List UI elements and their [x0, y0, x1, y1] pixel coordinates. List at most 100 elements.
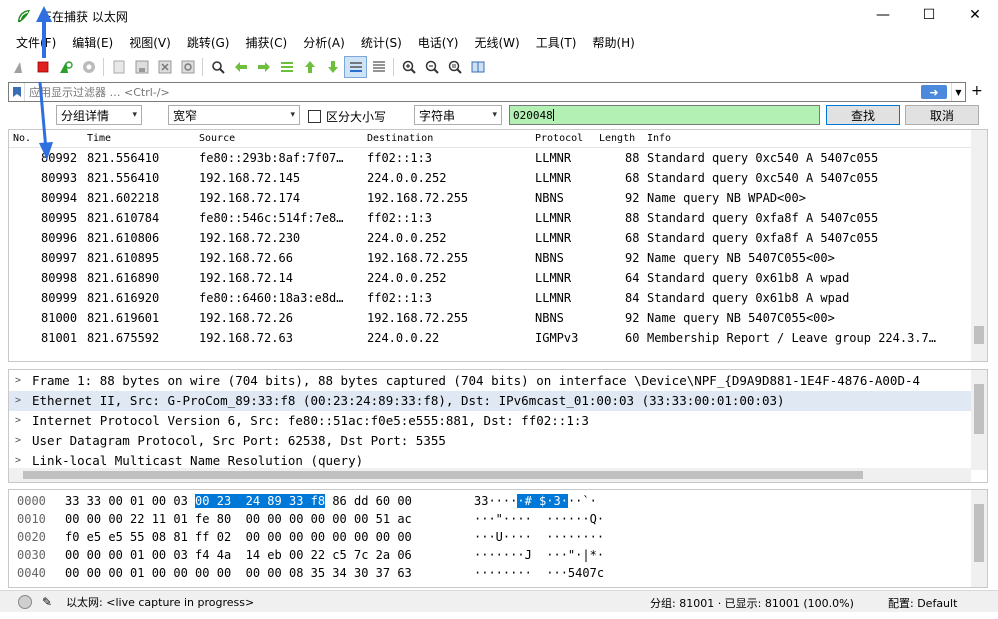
display-filter-input[interactable]: [25, 83, 921, 101]
go-first-icon[interactable]: [298, 56, 321, 78]
table-row[interactable]: 80992 821.556410 fe80::293b:8af:7f07… ff02:…: [9, 148, 971, 168]
maximize-button[interactable]: ☐: [906, 0, 952, 30]
bytes-hex[interactable]: 00 00 00 01 00 03 f4 4a 14 eb 00 22 c5 7…: [65, 546, 412, 564]
capture-options-icon[interactable]: [77, 56, 100, 78]
table-row[interactable]: 81000 821.619601 192.168.72.26 192.168.72.2…: [9, 308, 971, 328]
add-filter-button-plus-icon[interactable]: +: [971, 83, 983, 99]
bytes-hex[interactable]: f0 e5 e5 55 08 81 ff 02 00 00 00 00 00 0…: [65, 528, 412, 546]
expert-info-icon[interactable]: [18, 594, 32, 609]
detail-row-ipv6[interactable]: > Internet Protocol Version 6, Src: fe80:…: [9, 411, 971, 431]
bytes-row[interactable]: 0030 00 00 00 01 00 03 f4 4a 14 eb 00 22 …: [9, 546, 969, 564]
go-back-icon[interactable]: [229, 56, 252, 78]
detail-row-frame[interactable]: > Frame 1: 88 bytes on wire (704 bits), 8…: [9, 371, 971, 391]
close-button[interactable]: ✕: [952, 0, 998, 30]
stop-capture-icon[interactable]: [31, 56, 54, 78]
bytes-ascii[interactable]: ········ ···5407c: [474, 564, 604, 582]
bytes-ascii[interactable]: ···U···· ········: [474, 528, 604, 546]
save-file-icon[interactable]: [130, 56, 153, 78]
reload-file-icon[interactable]: [176, 56, 199, 78]
packet-list-scrollbar[interactable]: [971, 130, 987, 361]
bytes-scrollbar[interactable]: [971, 490, 987, 587]
detail-row-udp[interactable]: > User Datagram Protocol, Src Port: 62538…: [9, 431, 971, 451]
go-to-packet-icon[interactable]: [275, 56, 298, 78]
menu-wireless[interactable]: 无线(W): [467, 32, 528, 54]
find-value-input[interactable]: 020048: [509, 105, 820, 125]
go-forward-icon[interactable]: [252, 56, 275, 78]
table-row[interactable]: 80996 821.610806 192.168.72.230 224.0.0.252…: [9, 228, 971, 248]
bytes-ascii[interactable]: ·······J ···"·|*·: [474, 546, 604, 564]
table-row[interactable]: 80995 821.610784 fe80::546c:514f:7e8… ff02:…: [9, 208, 971, 228]
bytes-ascii[interactable]: 33·····# $·3···`·: [474, 492, 597, 510]
find-button[interactable]: 查找: [826, 105, 900, 125]
chevron-right-icon[interactable]: >: [15, 391, 21, 411]
bytes-row[interactable]: 0040 00 00 00 01 00 00 00 00 00 00 08 35 …: [9, 564, 969, 582]
menu-statistics[interactable]: 统计(S): [353, 32, 410, 54]
col-header-no[interactable]: No.: [13, 133, 31, 144]
cell-destination: ff02::1:3: [367, 291, 433, 305]
details-vscroll-thumb[interactable]: [974, 384, 984, 434]
details-hscrollbar[interactable]: [9, 468, 971, 482]
table-row[interactable]: 80994 821.602218 192.168.72.174 192.168.72.…: [9, 188, 971, 208]
chevron-right-icon[interactable]: >: [15, 431, 21, 451]
profile-status[interactable]: 配置: Default: [888, 595, 957, 611]
apply-filter-arrow-icon[interactable]: ➜: [921, 85, 947, 99]
zoom-out-icon[interactable]: [420, 56, 443, 78]
menu-telephony[interactable]: 电话(Y): [410, 32, 467, 54]
bytes-ascii[interactable]: ···"···· ······Q·: [474, 510, 604, 528]
restart-capture-icon[interactable]: [54, 56, 77, 78]
detail-row-ethernet[interactable]: > Ethernet II, Src: G-ProCom_89:33:f8 (00…: [9, 391, 971, 411]
col-header-time[interactable]: Time: [87, 133, 111, 144]
col-header-destination[interactable]: Destination: [367, 133, 433, 144]
find-packet-icon[interactable]: [206, 56, 229, 78]
char-width-select[interactable]: 宽窄 ▾: [168, 105, 300, 125]
menu-tools[interactable]: 工具(T): [528, 32, 585, 54]
table-row[interactable]: 80998 821.616890 192.168.72.14 224.0.0.252 L…: [9, 268, 971, 288]
search-type-select[interactable]: 字符串 ▾: [414, 105, 502, 125]
menu-edit[interactable]: 编辑(E): [64, 32, 121, 54]
minimize-button[interactable]: —: [860, 0, 906, 30]
col-header-protocol[interactable]: Protocol: [535, 133, 583, 144]
bytes-row[interactable]: 0020 f0 e5 e5 55 08 81 ff 02 00 00 00 00 …: [9, 528, 969, 546]
cancel-button[interactable]: 取消: [905, 105, 979, 125]
colorize-icon[interactable]: [367, 56, 390, 78]
search-in-select[interactable]: 分组详情 ▾: [56, 105, 142, 125]
table-row[interactable]: 80993 821.556410 192.168.72.145 224.0.0.252…: [9, 168, 971, 188]
case-sensitive-checkbox[interactable]: [308, 110, 321, 123]
table-row[interactable]: 80997 821.610895 192.168.72.66 192.168.72.2…: [9, 248, 971, 268]
chevron-right-icon[interactable]: >: [15, 371, 21, 391]
menu-view[interactable]: 视图(V): [121, 32, 179, 54]
cell-source: fe80::546c:514f:7e8…: [199, 211, 344, 225]
menu-capture[interactable]: 捕获(C): [237, 32, 295, 54]
details-hscroll-thumb[interactable]: [23, 471, 863, 479]
chevron-down-icon[interactable]: ▼: [951, 83, 965, 101]
shark-fin-start-icon[interactable]: [8, 56, 31, 78]
bytes-row[interactable]: 0010 00 00 00 22 11 01 fe 80 00 00 00 00 …: [9, 510, 969, 528]
go-last-icon[interactable]: [321, 56, 344, 78]
capture-comment-icon[interactable]: ✎: [42, 595, 52, 609]
open-file-icon[interactable]: [107, 56, 130, 78]
close-file-icon[interactable]: [153, 56, 176, 78]
zoom-in-icon[interactable]: [397, 56, 420, 78]
packet-list-scroll-thumb[interactable]: [974, 326, 984, 344]
details-vscrollbar[interactable]: [971, 370, 987, 470]
bytes-hex[interactable]: 00 00 00 22 11 01 fe 80 00 00 00 00 00 0…: [65, 510, 412, 528]
autoscroll-icon[interactable]: [344, 56, 367, 78]
zoom-normal-icon[interactable]: [443, 56, 466, 78]
bytes-scroll-thumb[interactable]: [974, 504, 984, 562]
chevron-right-icon[interactable]: >: [15, 411, 21, 431]
col-header-source[interactable]: Source: [199, 133, 235, 144]
col-header-length[interactable]: Length: [599, 133, 635, 144]
bookmark-icon[interactable]: [9, 83, 25, 101]
case-sensitive-option[interactable]: 区分大小写: [308, 108, 386, 125]
resize-columns-icon[interactable]: [466, 56, 489, 78]
bytes-row[interactable]: 0000 33 33 00 01 00 03 00 23 24 89 33 f8 …: [9, 492, 969, 510]
col-header-info[interactable]: Info: [647, 133, 671, 144]
bytes-hex[interactable]: 33 33 00 01 00 03 00 23 24 89 33 f8 86 d…: [65, 492, 412, 510]
menu-file[interactable]: 文件(F): [8, 32, 64, 54]
menu-analyze[interactable]: 分析(A): [295, 32, 353, 54]
table-row[interactable]: 80999 821.616920 fe80::6460:18a3:e8d… ff02:…: [9, 288, 971, 308]
bytes-hex[interactable]: 00 00 00 01 00 00 00 00 00 00 08 35 34 3…: [65, 564, 412, 582]
menu-help[interactable]: 帮助(H): [584, 32, 642, 54]
menu-go[interactable]: 跳转(G): [179, 32, 238, 54]
table-row[interactable]: 81001 821.675592 192.168.72.63 224.0.0.22 IG…: [9, 328, 971, 348]
